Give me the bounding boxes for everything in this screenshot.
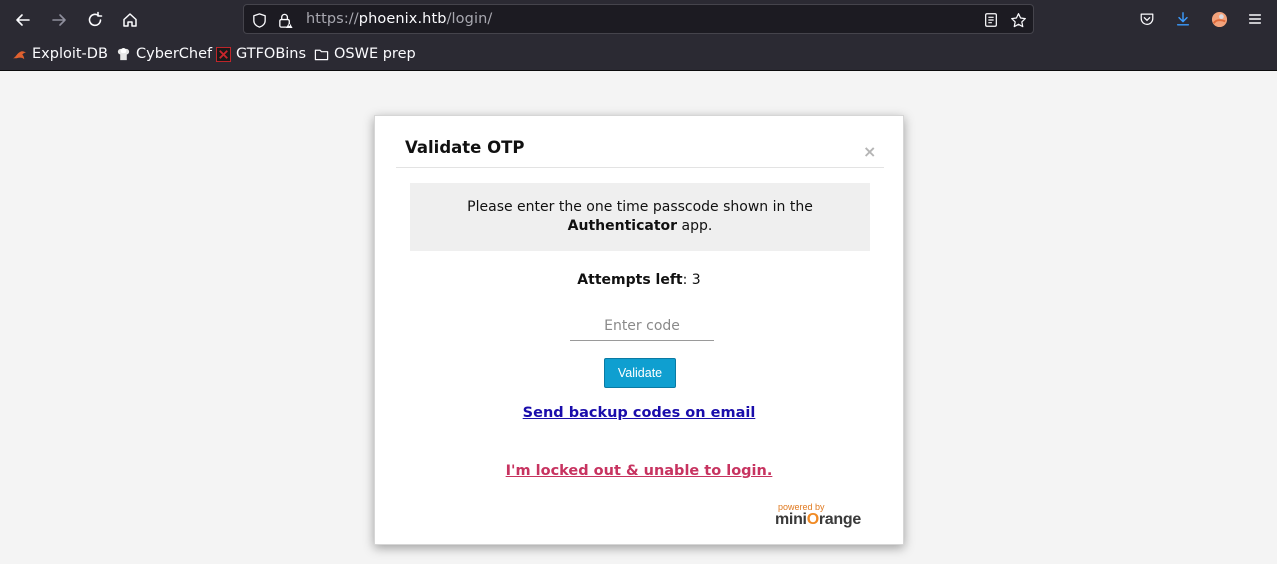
reload-icon <box>88 11 103 27</box>
instructions-tail: app. <box>677 218 713 234</box>
gtfobins-icon <box>215 46 231 62</box>
instructions-line2: Authenticator app. <box>410 217 870 236</box>
locked-out-link[interactable]: I'm locked out & unable to login. <box>506 463 773 479</box>
url-path: /login/ <box>446 11 493 27</box>
bookmark-label: CyberChef <box>136 46 213 62</box>
locked-out-row: I'm locked out & unable to login. <box>375 460 903 479</box>
arrow-right-icon <box>52 14 66 26</box>
bookmark-label: Exploit-DB <box>32 46 108 62</box>
exploitdb-icon <box>11 46 27 62</box>
bookmark-label: OSWE prep <box>334 46 416 62</box>
attempts-label: Attempts left <box>577 272 683 288</box>
shield-icon[interactable] <box>250 11 268 29</box>
browser-chrome: https://phoenix.htb/login/ Exploit-DB Cy… <box>0 0 1277 71</box>
pocket-button[interactable] <box>1137 9 1157 29</box>
attempts-value: 3 <box>691 272 701 288</box>
bookmark-label: GTFOBins <box>236 46 307 62</box>
folder-icon <box>313 46 329 62</box>
pocket-icon <box>1140 13 1154 25</box>
miniorange-wordmark: miniOrange <box>775 511 861 529</box>
validate-button[interactable]: Validate <box>604 358 676 388</box>
lock-warning-icon[interactable] <box>276 11 294 29</box>
menu-button[interactable] <box>1245 9 1265 29</box>
otp-code-input[interactable] <box>570 312 714 341</box>
attempts-left: Attempts left: 3 <box>375 272 903 288</box>
hamburger-icon <box>1248 14 1262 24</box>
logo-o: O <box>806 511 819 528</box>
close-icon[interactable]: × <box>863 142 876 161</box>
logo-range: range <box>818 511 861 528</box>
url-text[interactable]: https://phoenix.htb/login/ <box>306 11 492 27</box>
authenticator-label: Authenticator <box>567 218 678 234</box>
cyberchef-icon <box>115 46 131 62</box>
attempts-separator: : <box>682 272 692 288</box>
account-button[interactable] <box>1209 9 1229 29</box>
forward-button[interactable] <box>48 9 70 31</box>
send-backup-codes-link[interactable]: Send backup codes on email <box>523 405 756 421</box>
modal-title: Validate OTP <box>405 138 525 157</box>
instructions-line1: Please enter the one time passcode shown… <box>467 199 813 215</box>
chrome-divider <box>0 70 1277 71</box>
bookmark-gtfobins[interactable]: GTFOBins <box>215 46 306 62</box>
logo-mini: mini <box>775 511 807 528</box>
title-divider <box>396 167 884 168</box>
home-icon <box>123 13 137 27</box>
backup-codes-row: Send backup codes on email <box>375 402 903 421</box>
bookmark-star-icon[interactable] <box>1009 11 1027 29</box>
home-button[interactable] <box>119 9 141 31</box>
download-icon <box>1176 12 1190 26</box>
url-scheme: https:// <box>306 11 359 27</box>
bookmark-folder-oswe[interactable]: OSWE prep <box>313 46 416 62</box>
bookmarks-toolbar: Exploit-DB CyberChef GTFOBins OSWE prep <box>0 40 1277 70</box>
instructions-box: Please enter the one time passcode shown… <box>410 183 870 251</box>
url-bar[interactable]: https://phoenix.htb/login/ <box>243 4 1034 34</box>
avatar-icon <box>1211 11 1227 27</box>
downloads-button[interactable] <box>1173 9 1193 29</box>
reader-view-icon[interactable] <box>982 11 1000 29</box>
validate-otp-modal: Validate OTP × Please enter the one time… <box>374 115 904 545</box>
back-button[interactable] <box>12 9 34 31</box>
url-host: phoenix.htb <box>358 11 447 27</box>
arrow-left-icon <box>16 14 30 26</box>
bookmark-cyberchef[interactable]: CyberChef <box>115 46 212 62</box>
reload-button[interactable] <box>84 9 106 31</box>
bookmark-exploitdb[interactable]: Exploit-DB <box>11 46 108 62</box>
